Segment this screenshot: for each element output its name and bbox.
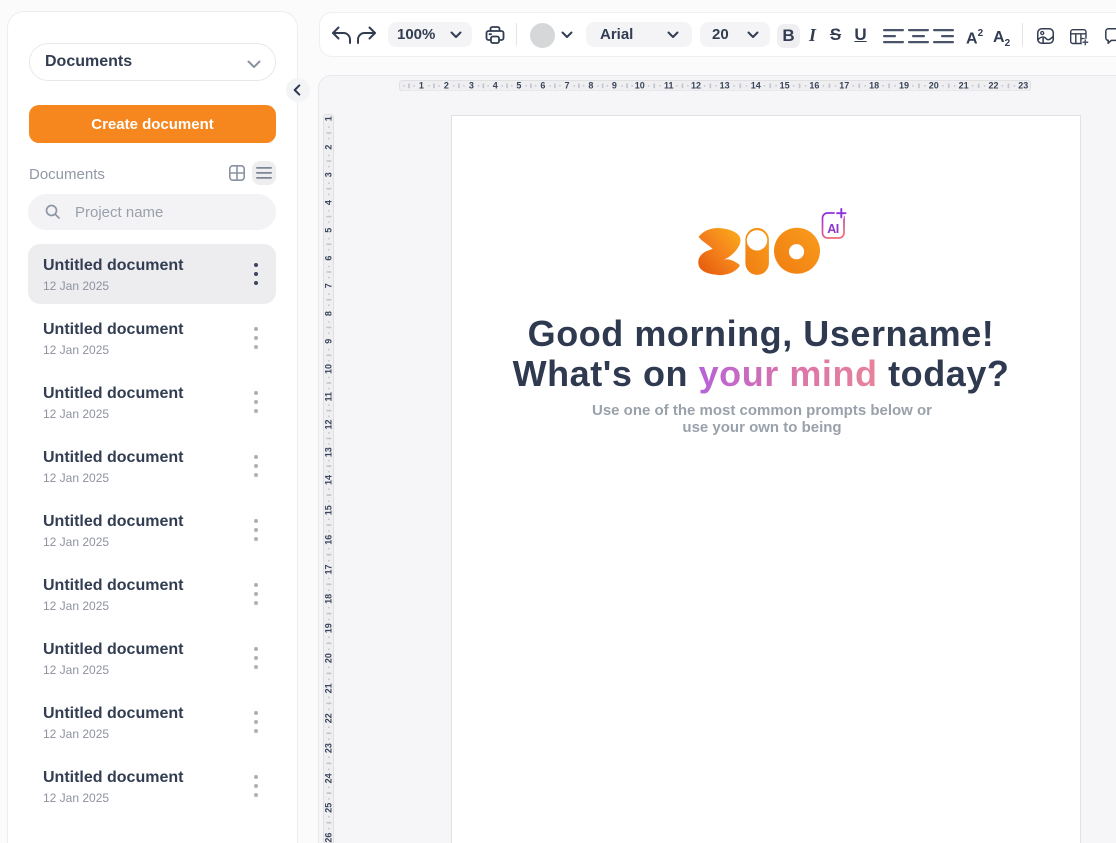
svg-text:5: 5 [324, 228, 334, 233]
svg-text:22: 22 [324, 713, 334, 723]
svg-text:20: 20 [324, 653, 334, 663]
svg-text:AI: AI [827, 222, 839, 236]
svg-text:18: 18 [324, 594, 334, 604]
svg-text:9: 9 [324, 339, 334, 344]
svg-text:17: 17 [324, 565, 334, 575]
svg-text:10: 10 [324, 364, 334, 374]
svg-text:2: 2 [444, 80, 449, 90]
svg-text:6: 6 [324, 256, 334, 261]
svg-text:11: 11 [324, 392, 334, 402]
svg-text:5: 5 [516, 80, 521, 90]
svg-text:18: 18 [869, 80, 879, 90]
svg-text:14: 14 [324, 475, 334, 485]
svg-text:19: 19 [899, 80, 909, 90]
svg-text:22: 22 [988, 80, 998, 90]
svg-text:14: 14 [751, 80, 761, 90]
svg-text:19: 19 [324, 624, 334, 634]
svg-text:21: 21 [324, 684, 334, 694]
svg-text:15: 15 [780, 80, 790, 90]
svg-text:10: 10 [635, 80, 645, 90]
svg-text:8: 8 [324, 311, 334, 316]
svg-text:1: 1 [419, 80, 424, 90]
svg-text:7: 7 [324, 284, 334, 289]
svg-text:8: 8 [588, 80, 593, 90]
svg-text:12: 12 [324, 420, 334, 430]
svg-text:23: 23 [1018, 80, 1028, 90]
svg-text:1: 1 [324, 116, 334, 121]
svg-text:20: 20 [929, 80, 939, 90]
svg-text:17: 17 [839, 80, 849, 90]
svg-text:15: 15 [324, 506, 334, 516]
svg-text:9: 9 [612, 80, 617, 90]
svg-text:7: 7 [564, 80, 569, 90]
svg-text:13: 13 [720, 80, 730, 90]
svg-text:2: 2 [324, 145, 334, 150]
svg-text:16: 16 [809, 80, 819, 90]
svg-text:25: 25 [324, 803, 334, 813]
svg-text:24: 24 [324, 774, 334, 784]
svg-text:23: 23 [324, 743, 334, 753]
svg-text:11: 11 [664, 80, 674, 90]
svg-text:3: 3 [469, 80, 474, 90]
svg-text:4: 4 [324, 200, 334, 205]
svg-text:4: 4 [493, 80, 498, 90]
svg-text:13: 13 [324, 448, 334, 458]
svg-text:16: 16 [324, 535, 334, 545]
svg-text:12: 12 [691, 80, 701, 90]
svg-text:26: 26 [324, 833, 334, 843]
svg-text:21: 21 [959, 80, 969, 90]
svg-text:6: 6 [540, 80, 545, 90]
svg-text:3: 3 [324, 173, 334, 178]
